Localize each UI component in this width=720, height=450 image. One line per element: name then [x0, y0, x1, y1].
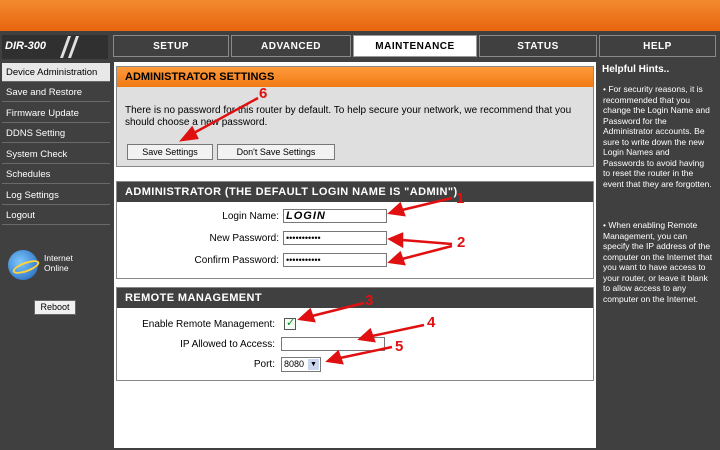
annotation-arrowhead-6 — [178, 125, 199, 142]
annotation-arrowhead-4 — [357, 327, 376, 343]
annotation-arrowhead-1 — [387, 201, 406, 217]
annotation-arrow-1 — [401, 196, 453, 212]
annotation-number-3: 3 — [365, 292, 374, 309]
annotation-arrowhead-2b — [387, 250, 406, 266]
annotation-arrow-3 — [311, 301, 365, 318]
annotation-arrowhead-3 — [297, 307, 316, 323]
annotation-arrow-2a — [401, 238, 453, 246]
annotation-arrow-4 — [371, 323, 425, 338]
annotation-arrowhead-2a — [387, 232, 404, 249]
annotation-number-2: 2 — [457, 234, 466, 251]
annotation-number-5: 5 — [395, 338, 404, 355]
annotation-number-1: 1 — [456, 190, 465, 207]
annotation-arrowhead-5 — [325, 349, 344, 365]
annotation-number-4: 4 — [427, 314, 436, 331]
annotation-arrow-2b — [401, 244, 453, 261]
annotation-arrow-6 — [191, 96, 259, 136]
annotation-number-6: 6 — [259, 85, 268, 102]
annotation-arrow-5 — [339, 345, 393, 360]
annotation-arrows — [178, 96, 453, 365]
